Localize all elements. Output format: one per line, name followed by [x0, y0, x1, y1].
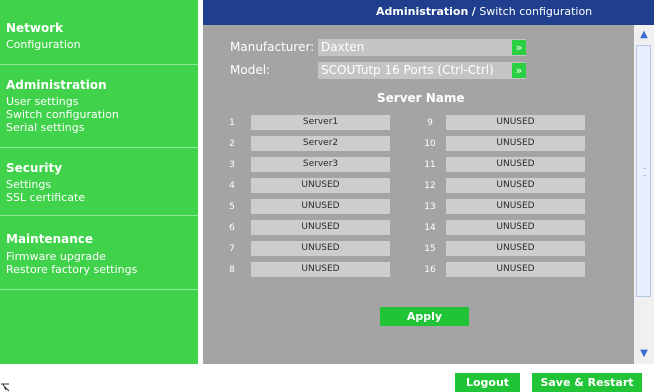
port-number: 13	[424, 202, 436, 212]
sidebar-section-network: Network Configuration	[0, 0, 198, 65]
port-number: 4	[229, 181, 235, 191]
scroll-down-arrow-icon[interactable]: ▼	[636, 346, 652, 362]
sidebar-item-firmware-upgrade[interactable]: Firmware upgrade	[6, 250, 106, 263]
breadcrumb-section: Administration	[376, 5, 469, 18]
scroll-up-arrow-icon[interactable]: ▲	[636, 27, 652, 43]
sidebar-item-configuration[interactable]: Configuration	[6, 38, 81, 51]
server-name-field[interactable]: UNUSED	[446, 115, 585, 130]
server-name-field[interactable]: UNUSED	[251, 220, 390, 235]
scroll-grip-icon	[643, 168, 646, 176]
port-number: 15	[424, 244, 436, 254]
manufacturer-label: Manufacturer:	[230, 40, 315, 54]
port-number: 8	[229, 265, 235, 275]
save-restart-button[interactable]: Save & Restart	[532, 373, 642, 392]
port-number: 11	[424, 160, 436, 170]
model-value: SCOUTutp 16 Ports (Ctrl-Ctrl)	[321, 63, 494, 77]
switch-config-form: Manufacturer: Daxten » Model: SCOUTutp 1…	[203, 25, 634, 364]
breadcrumb-page: Switch configuration	[479, 5, 593, 18]
manufacturer-select[interactable]: Daxten »	[318, 39, 526, 56]
scroll-thumb[interactable]	[636, 45, 651, 297]
server-name-field[interactable]: UNUSED	[446, 241, 585, 256]
sidebar-item-serial-settings[interactable]: Serial settings	[6, 121, 85, 134]
sidebar-section-security: Security Settings SSL certificate	[0, 148, 198, 216]
sidebar-section-administration: Administration User settings Switch conf…	[0, 65, 198, 148]
server-name-field[interactable]: UNUSED	[446, 157, 585, 172]
manufacturer-dropdown-icon[interactable]: »	[512, 40, 526, 55]
server-name-field[interactable]: UNUSED	[251, 178, 390, 193]
server-name-field[interactable]: UNUSED	[446, 136, 585, 151]
sidebar-title-network: Network	[6, 21, 64, 35]
breadcrumb-separator: /	[471, 5, 476, 18]
server-name-field[interactable]: UNUSED	[446, 199, 585, 214]
port-number: 10	[424, 139, 436, 149]
server-name-field[interactable]: UNUSED	[446, 220, 585, 235]
server-name-field[interactable]: Server1	[251, 115, 390, 130]
breadcrumb: Administration / Switch configuration	[376, 5, 592, 18]
sidebar-item-ssl-certificate[interactable]: SSL certificate	[6, 191, 85, 204]
corner-icon	[1, 383, 10, 392]
server-name-field[interactable]: Server2	[251, 136, 390, 151]
port-number: 9	[427, 118, 433, 128]
sidebar-title-maintenance: Maintenance	[6, 232, 94, 246]
port-number: 6	[229, 223, 235, 233]
manufacturer-value: Daxten	[321, 40, 365, 54]
sidebar-item-settings[interactable]: Settings	[6, 178, 51, 191]
sidebar-nav: Network Configuration Administration Use…	[0, 0, 198, 364]
server-name-field[interactable]: UNUSED	[251, 199, 390, 214]
port-number: 12	[424, 181, 436, 191]
scrollbar[interactable]: ▲ ▼	[634, 25, 654, 364]
model-dropdown-icon[interactable]: »	[512, 63, 526, 78]
port-number: 1	[229, 118, 235, 128]
page-header: Administration / Switch configuration	[203, 0, 654, 25]
port-number: 14	[424, 223, 436, 233]
sidebar-section-maintenance: Maintenance Firmware upgrade Restore fac…	[0, 216, 198, 290]
sidebar-item-switch-configuration[interactable]: Switch configuration	[6, 108, 119, 121]
port-number: 3	[229, 160, 235, 170]
sidebar-title-administration: Administration	[6, 78, 107, 92]
server-name-heading: Server Name	[377, 91, 465, 105]
apply-button[interactable]: Apply	[380, 307, 469, 326]
server-name-field[interactable]: UNUSED	[446, 262, 585, 277]
server-name-field[interactable]: UNUSED	[251, 241, 390, 256]
server-name-field[interactable]: Server3	[251, 157, 390, 172]
port-number: 7	[229, 244, 235, 254]
sidebar-title-security: Security	[6, 161, 63, 175]
port-number: 2	[229, 139, 235, 149]
logout-button[interactable]: Logout	[455, 373, 520, 392]
port-number: 5	[229, 202, 235, 212]
server-name-field[interactable]: UNUSED	[251, 262, 390, 277]
server-name-field[interactable]: UNUSED	[446, 178, 585, 193]
port-number: 16	[424, 265, 436, 275]
main-panel: Administration / Switch configuration Ma…	[203, 0, 654, 364]
sidebar-item-user-settings[interactable]: User settings	[6, 95, 78, 108]
model-select[interactable]: SCOUTutp 16 Ports (Ctrl-Ctrl) »	[318, 62, 526, 79]
model-label: Model:	[230, 63, 271, 77]
sidebar-item-restore-factory-settings[interactable]: Restore factory settings	[6, 263, 137, 276]
